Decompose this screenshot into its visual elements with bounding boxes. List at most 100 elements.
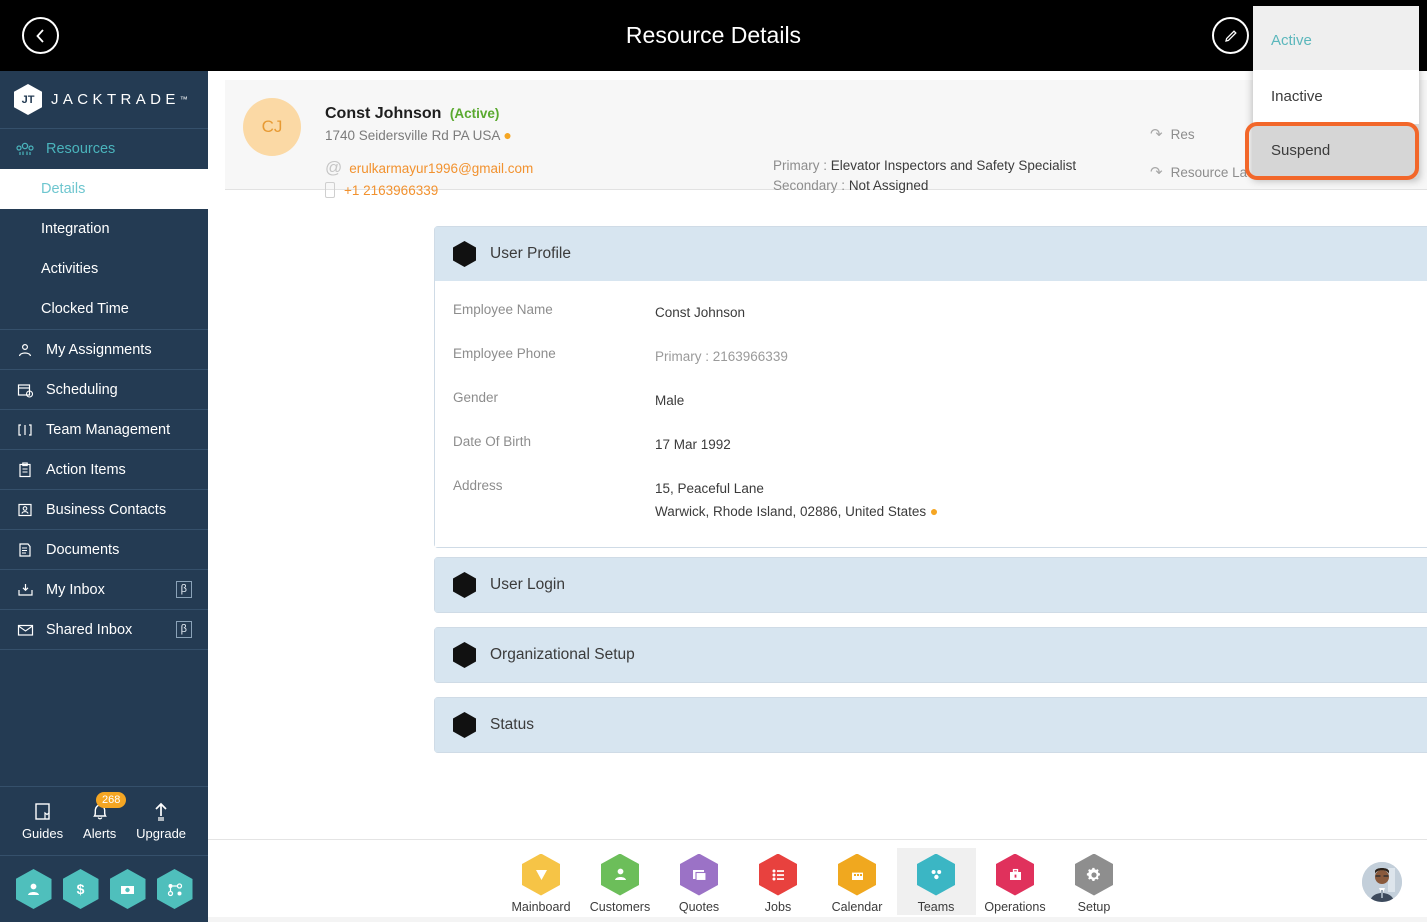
- calendar-clock-icon: [14, 382, 36, 398]
- loop-arrow-icon: ↷: [1150, 126, 1163, 143]
- bottom-navigation: Mainboard Customers Quotes Jobs Calendar…: [208, 839, 1427, 922]
- resource-roles: Primary : Elevator Inspectors and Safety…: [773, 156, 1076, 196]
- panel-status: Status ⌄: [434, 697, 1427, 753]
- dropdown-item-suspend[interactable]: Suspend: [1253, 124, 1419, 178]
- secondary-role-label: Secondary :: [773, 178, 846, 193]
- quick-action-workflow[interactable]: [156, 869, 193, 909]
- bottom-nav-customers[interactable]: Customers: [581, 848, 660, 915]
- bottom-nav-jobs[interactable]: Jobs: [739, 848, 818, 915]
- quick-action-person[interactable]: [15, 869, 52, 909]
- upgrade-button[interactable]: Upgrade: [136, 801, 186, 841]
- primary-role-label: Primary :: [773, 158, 827, 173]
- bottom-nav-label: Operations: [984, 899, 1046, 914]
- edit-button[interactable]: [1212, 17, 1249, 54]
- bottom-nav-teams[interactable]: Teams: [896, 847, 976, 915]
- sidebar: JT JACKTRADE ™ Resources Details Integrat…: [0, 71, 208, 922]
- clipboard-icon: [14, 461, 36, 478]
- quick-action-payments[interactable]: [109, 869, 146, 909]
- shield-icon: [522, 853, 560, 896]
- primary-role-value: Elevator Inspectors and Safety Specialis…: [830, 158, 1077, 173]
- bottom-nav-quotes[interactable]: Quotes: [660, 848, 739, 915]
- horizontal-scroll-strip[interactable]: [208, 917, 1427, 922]
- resource-phone-row[interactable]: +1 2163966339: [325, 182, 438, 198]
- panel-status-header[interactable]: Status ⌄: [435, 698, 1427, 752]
- panel-user-profile-header[interactable]: User Profile ^: [435, 227, 1427, 281]
- workflow-icon: [167, 882, 182, 896]
- beta-badge: β: [175, 621, 192, 638]
- dollar-icon: $: [77, 881, 85, 897]
- user-avatar-photo: [1362, 862, 1402, 902]
- document-icon: [14, 542, 36, 558]
- upgrade-label: Upgrade: [136, 826, 187, 841]
- beta-badge: β: [175, 581, 192, 598]
- resource-email-row[interactable]: @ erulkarmayur1996@gmail.com: [325, 158, 533, 178]
- field-value: Primary : 2163966339: [655, 349, 788, 364]
- loop-arrow-icon: ↷: [1150, 164, 1163, 181]
- field-label: Employee Name: [453, 302, 553, 317]
- briefcase-icon: [996, 853, 1034, 896]
- sidebar-subitem-details[interactable]: Details: [0, 169, 208, 209]
- phone-text: +1 2163966339: [344, 182, 439, 198]
- sidebar-subitem-integration[interactable]: Integration: [0, 209, 208, 249]
- person-icon: [28, 883, 39, 895]
- alerts-count-badge: 268: [96, 792, 127, 808]
- panel-hex-icon: [453, 241, 476, 267]
- resource-action-2[interactable]: ↷ Resource La: [1150, 154, 1247, 192]
- address-line-2-row: Warwick, Rhode Island, 02886, United Sta…: [655, 500, 938, 523]
- panel-organizational-setup-header[interactable]: Organizational Setup ⌄: [435, 628, 1427, 682]
- panel-title: Organizational Setup: [490, 646, 635, 663]
- trademark-symbol: ™: [179, 95, 188, 104]
- sidebar-item-label: Team Management: [46, 421, 171, 438]
- panel-user-login-header[interactable]: User Login ⌄: [435, 558, 1427, 612]
- field-date-of-birth: Date Of Birth 17 Mar 1992: [453, 433, 1427, 456]
- book-icon: [34, 803, 50, 820]
- field-label: Address: [453, 478, 503, 493]
- sidebar-item-shared-inbox[interactable]: Shared Inbox β: [0, 610, 208, 650]
- money-transfer-icon: [121, 885, 134, 894]
- sidebar-item-label: Action Items: [46, 461, 126, 478]
- sidebar-item-label: My Assignments: [46, 341, 152, 358]
- map-pin-icon[interactable]: ●: [503, 127, 511, 143]
- dropdown-item-inactive[interactable]: Inactive: [1253, 70, 1419, 124]
- sidebar-item-my-inbox[interactable]: My Inbox β: [0, 570, 208, 610]
- resource-name: Const Johnson: [325, 105, 442, 122]
- panel-hex-icon: [453, 712, 476, 738]
- mail-icon: [14, 623, 36, 637]
- quick-action-billing[interactable]: $: [62, 869, 99, 909]
- user-avatar[interactable]: [1362, 862, 1402, 902]
- sidebar-item-scheduling[interactable]: Scheduling: [0, 370, 208, 410]
- secondary-role-row: Secondary : Not Assigned: [773, 176, 1076, 196]
- dropdown-item-active[interactable]: Active: [1253, 6, 1419, 70]
- team-icon: [14, 422, 36, 438]
- status-dropdown-menu[interactable]: Active Inactive Suspend: [1253, 6, 1419, 178]
- resource-action-1[interactable]: ↷ Res: [1150, 116, 1247, 154]
- sidebar-subitem-clocked-time[interactable]: Clocked Time: [0, 289, 208, 329]
- bottom-nav-operations[interactable]: Operations: [976, 848, 1055, 915]
- bottom-nav-mainboard[interactable]: Mainboard: [502, 848, 581, 915]
- field-employee-phone: Employee Phone Primary : 2163966339: [453, 345, 1427, 368]
- panel-hex-icon: [453, 572, 476, 598]
- sidebar-subitem-activities[interactable]: Activities: [0, 249, 208, 289]
- map-pin-icon[interactable]: ●: [930, 503, 938, 519]
- sidebar-item-label: Shared Inbox: [46, 621, 133, 638]
- bottom-nav-calendar[interactable]: Calendar: [818, 848, 897, 915]
- alerts-button[interactable]: 268 Alerts: [83, 792, 127, 841]
- jacktrade-hex-logo-icon: JT: [14, 84, 42, 115]
- teams-icon: [917, 853, 955, 896]
- email-text: erulkarmayur1996@gmail.com: [349, 160, 534, 176]
- sidebar-item-action-items[interactable]: Action Items: [0, 450, 208, 490]
- calendar-icon: [838, 853, 876, 896]
- sidebar-item-resources[interactable]: Resources: [0, 129, 208, 169]
- brand-logo[interactable]: JT JACKTRADE ™: [0, 71, 208, 129]
- guides-button[interactable]: Guides: [22, 801, 63, 841]
- sidebar-item-business-contacts[interactable]: Business Contacts: [0, 490, 208, 530]
- inbox-down-icon: [14, 582, 36, 598]
- app-root: Resource Details Active Inactive Suspend…: [0, 0, 1427, 922]
- sidebar-item-team-management[interactable]: Team Management: [0, 410, 208, 450]
- quote-icon: [680, 853, 718, 896]
- list-icon: [759, 853, 797, 896]
- bottom-nav-setup[interactable]: Setup: [1055, 848, 1134, 915]
- sidebar-item-my-assignments[interactable]: My Assignments: [0, 330, 208, 370]
- panel-title: User Login: [490, 576, 565, 593]
- sidebar-item-documents[interactable]: Documents: [0, 530, 208, 570]
